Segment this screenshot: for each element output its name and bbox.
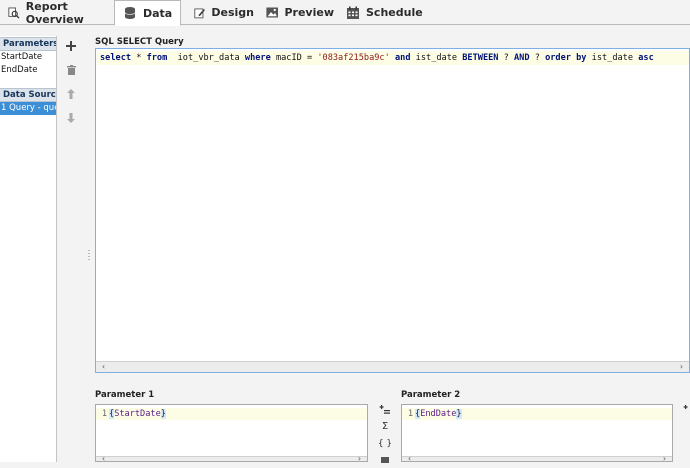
sql-query-editor[interactable]: select * from iot_vbr_data where macID =… xyxy=(95,48,690,373)
parameter-2-editor[interactable]: 1 {EndDate} ‹ › xyxy=(401,404,673,464)
horizontal-scrollbar[interactable]: ‹ › xyxy=(96,361,689,372)
design-edit-icon xyxy=(194,8,205,18)
magnifier-report-icon xyxy=(8,7,20,19)
tab-data[interactable]: Data xyxy=(114,0,181,26)
sql-text: ? xyxy=(498,53,514,63)
sql-keyword: select xyxy=(100,53,132,63)
scroll-right-icon[interactable]: › xyxy=(354,454,365,464)
parameter-item[interactable]: StartDate xyxy=(0,51,56,64)
sql-text: * xyxy=(131,53,147,63)
parameter-reference: StartDate xyxy=(114,409,161,419)
sql-keyword: and xyxy=(394,53,411,63)
tab-label: Design xyxy=(211,6,254,19)
plus-icon xyxy=(66,41,76,51)
parameter-1-label: Parameter 1 xyxy=(95,390,155,400)
sql-keyword: BETWEEN xyxy=(462,53,499,63)
more-tools-button[interactable] xyxy=(377,454,393,468)
parameter-2-line: 1 {EndDate} xyxy=(402,408,672,420)
sql-keyword: order by xyxy=(545,53,587,63)
tab-schedule[interactable]: Schedule xyxy=(338,0,428,25)
insert-parameter-button[interactable] xyxy=(377,404,393,418)
parameter-item[interactable]: EndDate xyxy=(0,64,56,77)
move-down-button[interactable] xyxy=(62,110,80,126)
add-button[interactable] xyxy=(62,38,80,54)
insert-expression-button[interactable]: { } xyxy=(377,437,393,451)
parameter-1-editor[interactable]: 1 {StartDate} ‹ › xyxy=(95,404,368,464)
parameter-2-label: Parameter 2 xyxy=(401,390,461,400)
line-number: 1 xyxy=(101,409,107,419)
brace-close: } xyxy=(160,409,166,419)
sql-keyword: asc xyxy=(638,53,654,63)
brace-close: } xyxy=(456,409,462,419)
sql-keyword: AND xyxy=(514,53,530,63)
insert-field-icon xyxy=(379,405,390,414)
calendar-icon xyxy=(347,6,359,19)
report-structure-panel: Parameters StartDate EndDate Data Source… xyxy=(0,36,57,462)
tab-label: Report Overview xyxy=(25,0,84,26)
tab-design[interactable]: Design xyxy=(186,0,254,25)
tab-label: Data xyxy=(143,6,173,20)
sql-query-label: SQL SELECT Query xyxy=(95,37,184,47)
scroll-left-icon[interactable]: ‹ xyxy=(404,454,415,464)
datasources-header: Data Sources xyxy=(0,88,56,102)
scroll-right-icon[interactable]: › xyxy=(676,362,687,372)
database-icon xyxy=(124,7,136,19)
tab-bar: Report Overview Data Design Preview Sche… xyxy=(0,0,690,26)
sql-query-line: select * from iot_vbr_data where macID =… xyxy=(97,51,689,65)
scroll-right-icon[interactable]: › xyxy=(659,454,670,464)
insert-parameter-button[interactable] xyxy=(683,404,690,418)
parameters-header: Parameters xyxy=(0,37,56,51)
tab-label: Preview xyxy=(284,6,334,19)
line-number: 1 xyxy=(407,409,413,419)
datasource-item[interactable]: 1 Query - que xyxy=(0,102,56,115)
arrow-down-icon xyxy=(67,113,75,123)
parameter-1-line: 1 {StartDate} xyxy=(96,408,367,420)
arrow-up-icon xyxy=(67,89,75,99)
move-up-button[interactable] xyxy=(62,86,80,102)
sql-text: ist_date xyxy=(586,53,639,63)
insert-function-button[interactable]: Σ xyxy=(377,420,393,434)
insert-field-icon xyxy=(683,405,688,409)
sql-string: '083af215ba9c' xyxy=(317,53,390,63)
scroll-left-icon[interactable]: ‹ xyxy=(98,362,109,372)
horizontal-scrollbar[interactable]: ‹ › xyxy=(96,454,367,464)
tab-preview[interactable]: Preview xyxy=(258,0,334,25)
image-preview-icon xyxy=(266,7,279,18)
trash-icon xyxy=(66,65,76,75)
sql-text: iot_vbr_data xyxy=(167,53,245,63)
tab-label: Schedule xyxy=(366,6,423,19)
sql-text: ist_date xyxy=(410,53,463,63)
sql-keyword: where xyxy=(244,53,271,63)
splitter-grip-icon[interactable] xyxy=(87,250,91,260)
sql-text: ? xyxy=(529,53,546,63)
parameter-reference: EndDate xyxy=(420,409,457,419)
sql-keyword: from xyxy=(146,53,168,63)
scroll-left-icon[interactable]: ‹ xyxy=(98,454,109,464)
delete-button[interactable] xyxy=(62,62,80,78)
sql-text: macID = xyxy=(270,53,318,63)
horizontal-scrollbar[interactable]: ‹ › xyxy=(402,454,672,464)
tab-report-overview[interactable]: Report Overview xyxy=(0,0,113,26)
